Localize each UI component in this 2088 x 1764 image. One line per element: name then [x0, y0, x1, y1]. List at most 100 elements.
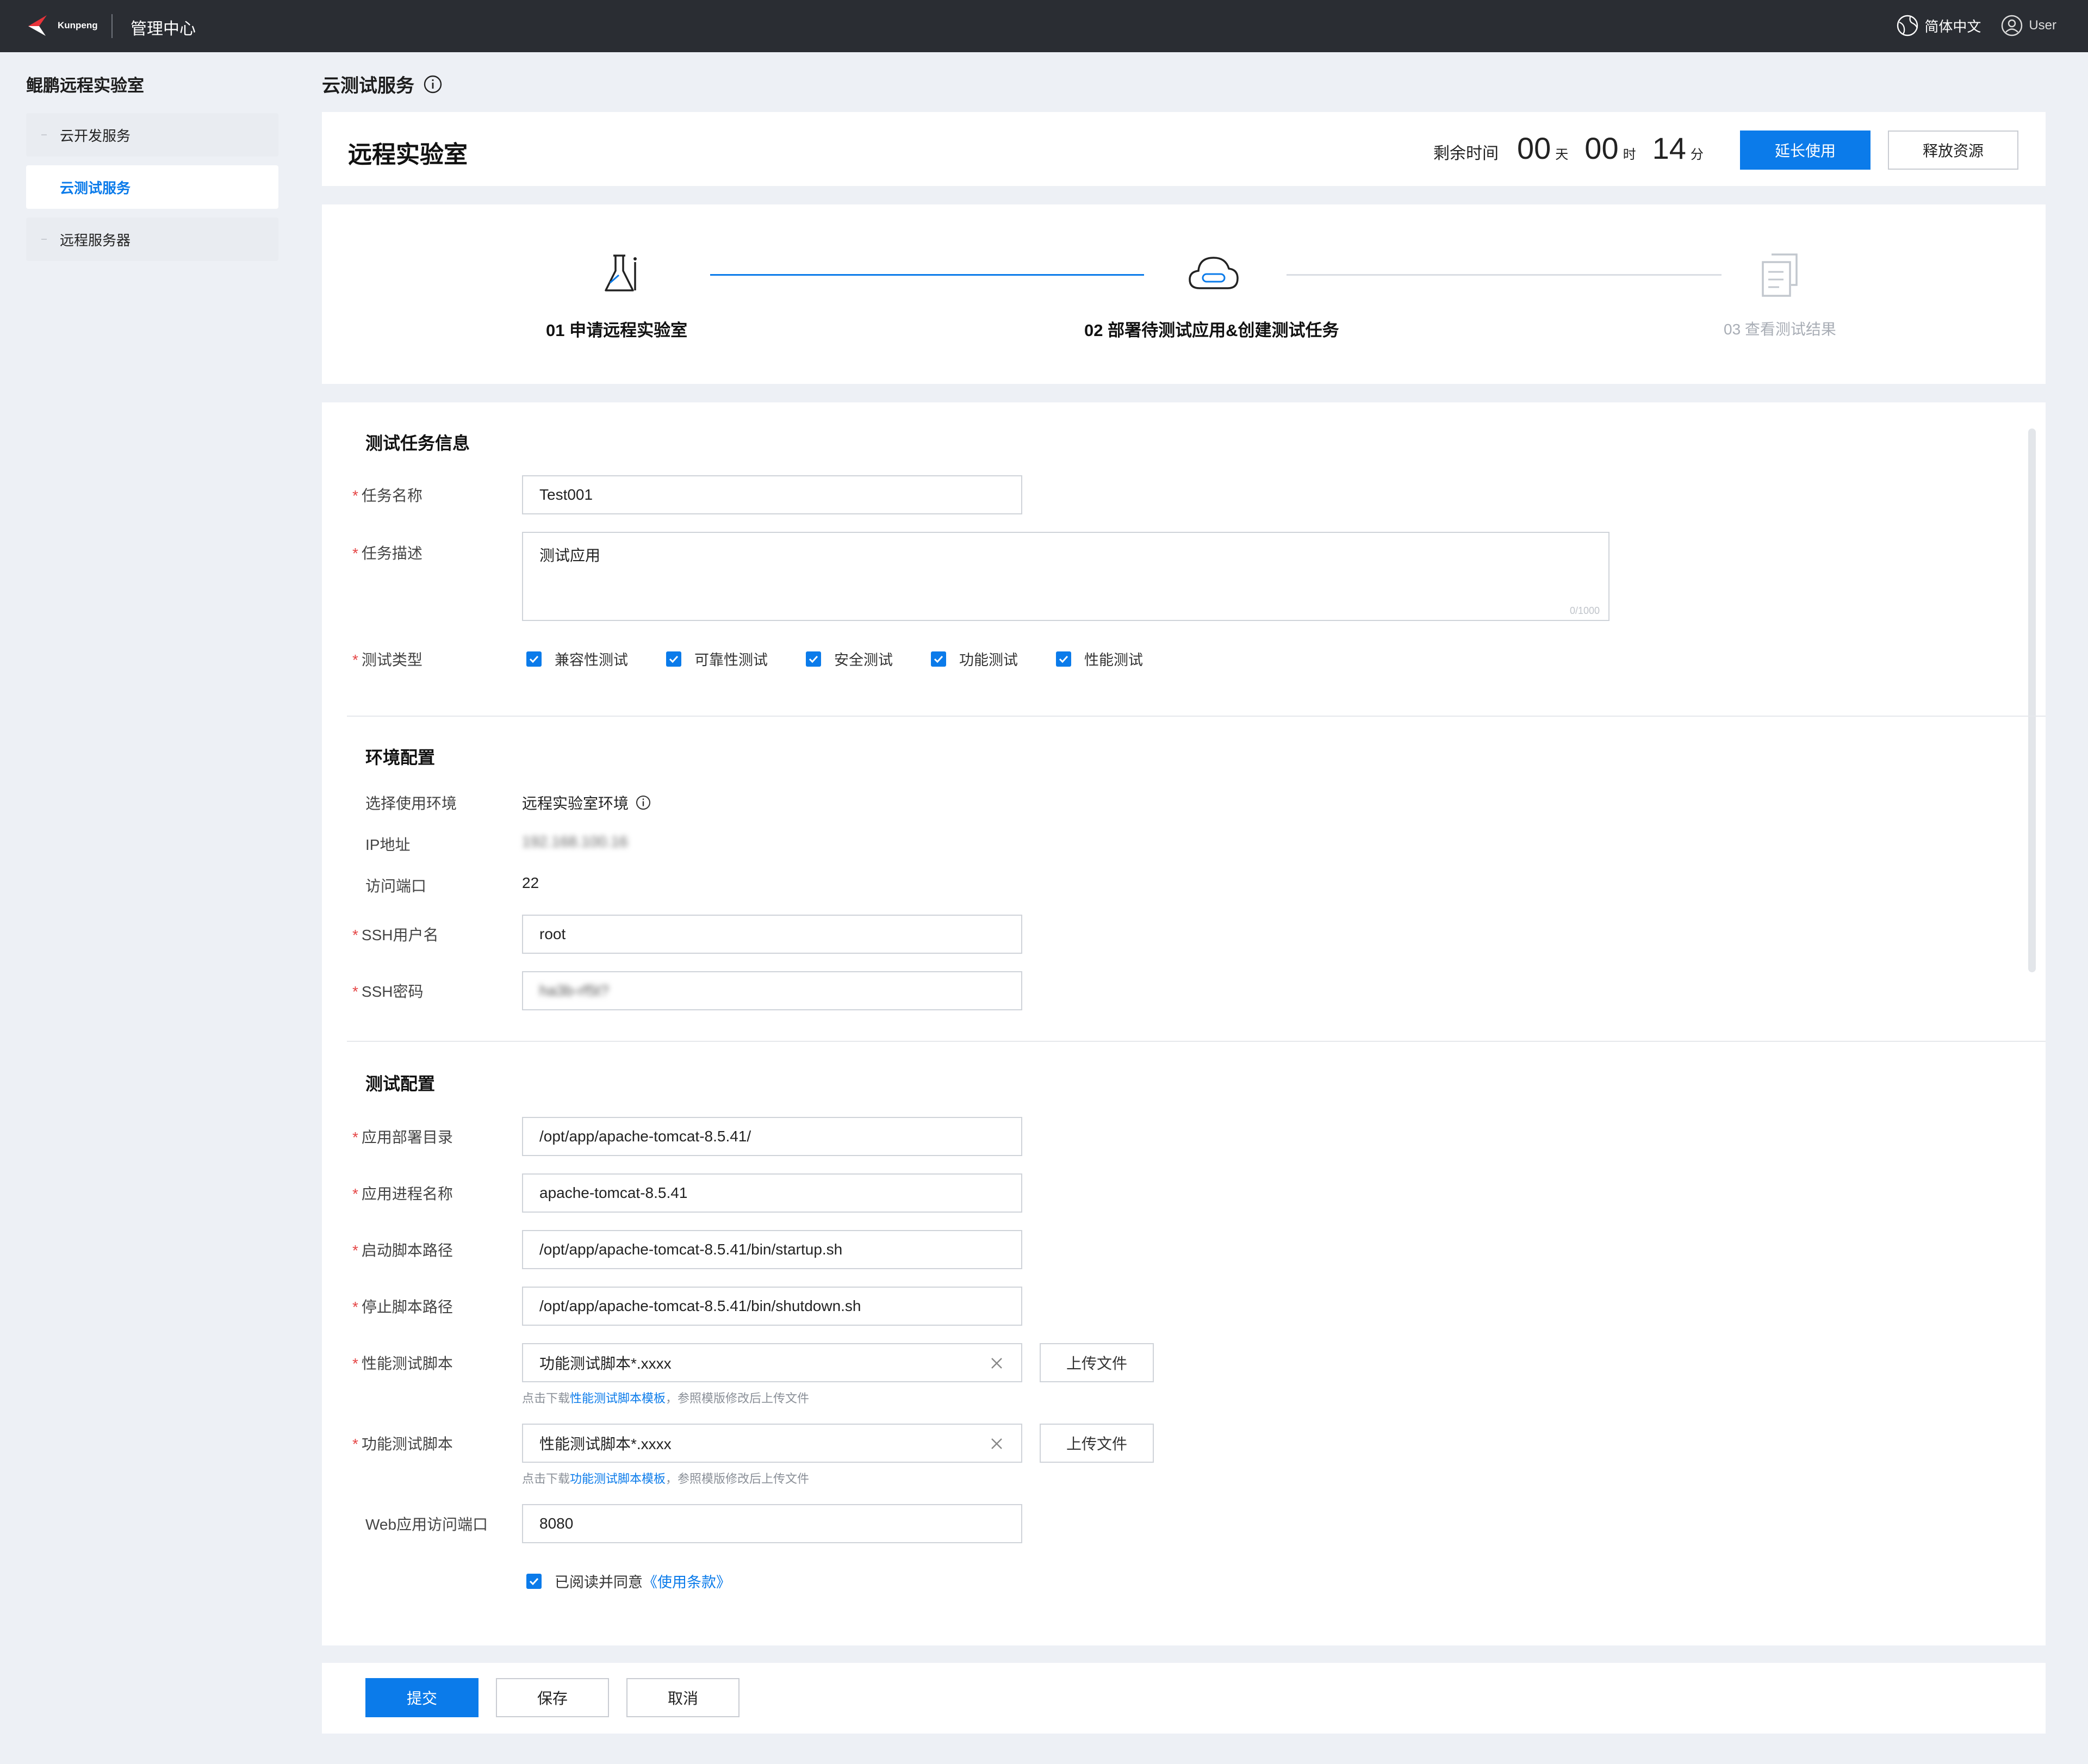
close-icon[interactable]: [989, 1355, 1005, 1371]
language-switch[interactable]: 简体中文: [1896, 14, 1981, 37]
web-port-input[interactable]: 8080: [522, 1504, 1022, 1543]
step-connector-1: [710, 274, 1144, 276]
release-button[interactable]: 释放资源: [1888, 131, 2018, 170]
task-name-label: * 任务名称: [352, 487, 422, 504]
lab-title: 远程实验室: [348, 141, 468, 168]
deploy-dir-input[interactable]: /opt/app/apache-tomcat-8.5.41/: [522, 1117, 1022, 1156]
terms-link[interactable]: 《使用条款》: [643, 1570, 731, 1592]
perf-script-label: * 性能测试脚本: [352, 1355, 453, 1372]
ip-label: IP地址: [365, 836, 411, 853]
section-divider: [347, 1041, 2046, 1042]
form-card: 测试任务信息 * 任务名称 Test001 * 任务描述 测试应用 0/1000 *…: [322, 402, 2046, 1645]
top-bar: Kunpeng 管理中心 简体中文 User: [0, 0, 2088, 52]
documents-icon: [1762, 253, 1798, 297]
ssh-password-label: * SSH密码: [352, 983, 424, 1000]
cancel-button[interactable]: 取消: [626, 1678, 739, 1717]
sidebar-item-label: 远程服务器: [60, 232, 131, 249]
remaining-time: 剩余时间 00 天 00 时 14 分: [1433, 131, 1720, 166]
step-3-label: 03 查看测试结果: [1724, 321, 1836, 338]
sidebar-item-cloud-test[interactable]: 云测试服务: [26, 165, 278, 209]
remaining-time-label: 剩余时间: [1433, 145, 1499, 163]
ssh-password-input[interactable]: ha3b-rf5t?: [522, 971, 1022, 1010]
ssh-user-label: * SSH用户名: [352, 927, 439, 943]
sidebar-title: 鲲鹏远程实验室: [26, 76, 144, 95]
task-desc-label: * 任务描述: [352, 545, 422, 562]
checkbox-checked-icon: [526, 651, 542, 667]
language-label: 简体中文: [1924, 18, 1981, 35]
info-icon[interactable]: [423, 74, 443, 94]
func-upload-button[interactable]: 上传文件: [1040, 1424, 1154, 1463]
func-script-hint: 点击下载功能测试脚本模板，参照模版修改后上传文件: [522, 1472, 810, 1486]
perf-upload-button[interactable]: 上传文件: [1040, 1343, 1154, 1382]
extend-button[interactable]: 延长使用: [1740, 131, 1870, 170]
user-menu[interactable]: User: [2000, 14, 2056, 37]
perf-script-hint: 点击下载性能测试脚本模板，参照模版修改后上传文件: [522, 1392, 810, 1405]
ssh-user-input[interactable]: root: [522, 915, 1022, 954]
cloud-icon: [1189, 257, 1239, 289]
minutes-value: 14: [1652, 131, 1686, 165]
sidebar-item-marker: [41, 239, 47, 240]
process-name-input[interactable]: apache-tomcat-8.5.41: [522, 1173, 1022, 1213]
days-unit: 天: [1555, 147, 1569, 162]
flask-icon: [605, 254, 637, 291]
scrollbar[interactable]: [2028, 428, 2036, 972]
sidebar-item-marker: [41, 134, 47, 135]
checkbox-checked-icon: [1056, 651, 1071, 667]
hours-unit: 时: [1623, 147, 1636, 162]
footer-card: 提交 保存 取消: [322, 1663, 2046, 1734]
test-config-title: 测试配置: [365, 1074, 436, 1094]
perf-script-input[interactable]: 功能测试脚本*.xxxx: [522, 1343, 1022, 1382]
start-script-label: * 启动脚本路径: [352, 1242, 453, 1259]
app-title: 管理中心: [130, 20, 196, 38]
start-script-input[interactable]: /opt/app/apache-tomcat-8.5.41/bin/startu…: [522, 1230, 1022, 1269]
page-title: 云测试服务: [322, 71, 443, 97]
perf-template-link[interactable]: 性能测试脚本模板: [570, 1392, 666, 1405]
func-template-link[interactable]: 功能测试脚本模板: [570, 1472, 666, 1486]
terms-agreement: 已阅读并同意 《使用条款》: [526, 1570, 769, 1592]
port-value: 22: [522, 874, 539, 891]
close-icon[interactable]: [989, 1436, 1005, 1452]
info-icon[interactable]: [635, 794, 651, 811]
task-name-input[interactable]: Test001: [522, 475, 1022, 514]
checkbox-performance[interactable]: 性能测试: [1056, 648, 1143, 669]
checkbox-functional[interactable]: 功能测试: [931, 648, 1018, 669]
sidebar-item-cloud-dev[interactable]: 云开发服务: [26, 113, 278, 157]
port-label: 访问端口: [365, 878, 427, 895]
stop-script-label: * 停止脚本路径: [352, 1299, 453, 1315]
kunpeng-logo[interactable]: Kunpeng: [27, 13, 98, 38]
page-title-text: 云测试服务: [322, 76, 414, 96]
user-icon: [2002, 15, 2023, 36]
func-script-label: * 功能测试脚本: [352, 1436, 453, 1452]
minutes-unit: 分: [1690, 147, 1704, 162]
sidebar-item-remote-server[interactable]: 远程服务器: [26, 218, 278, 261]
step-connector-2: [1287, 274, 1722, 276]
checkbox-reliability[interactable]: 可靠性测试: [666, 648, 768, 669]
steps-card: 01 申请远程实验室 02 部署待测试应用&创建测试任务 03 查看测试结果: [322, 204, 2046, 384]
ip-value: 192.168.100.16: [522, 833, 628, 850]
submit-button[interactable]: 提交: [365, 1678, 478, 1717]
desc-char-counter: 0/1000: [1569, 605, 1600, 616]
sidebar-item-label: 云开发服务: [60, 127, 131, 144]
terms-checkbox[interactable]: 已阅读并同意 《使用条款》: [526, 1570, 731, 1592]
task-info-title: 测试任务信息: [365, 433, 470, 453]
deploy-dir-label: * 应用部署目录: [352, 1129, 453, 1146]
test-type-checkbox-group: 兼容性测试 可靠性测试 安全测试 功能测试 性能测试: [526, 648, 1181, 669]
func-script-input[interactable]: 性能测试脚本*.xxxx: [522, 1424, 1022, 1463]
process-name-label: * 应用进程名称: [352, 1185, 453, 1202]
save-button[interactable]: 保存: [496, 1678, 609, 1717]
globe-icon: [1897, 15, 1918, 36]
lab-card: 远程实验室 剩余时间 00 天 00 时 14 分 延长使用 释放资源: [322, 112, 2046, 186]
step-1-label: 01 申请远程实验室: [546, 321, 688, 340]
topbar-right: 简体中文 User: [1896, 14, 2056, 37]
checkbox-security[interactable]: 安全测试: [806, 648, 893, 669]
task-desc-textarea[interactable]: 测试应用 0/1000: [522, 532, 1609, 621]
env-value: 远程实验室环境: [522, 792, 651, 813]
stop-script-input[interactable]: /opt/app/apache-tomcat-8.5.41/bin/shutdo…: [522, 1287, 1022, 1326]
section-divider: [347, 716, 2046, 717]
checkbox-checked-icon: [666, 651, 681, 667]
test-type-label: * 测试类型: [352, 651, 422, 668]
checkbox-checked-icon: [931, 651, 946, 667]
days-value: 00: [1517, 131, 1551, 165]
checkbox-compatibility[interactable]: 兼容性测试: [526, 648, 628, 669]
checkbox-checked-icon: [526, 1573, 542, 1589]
